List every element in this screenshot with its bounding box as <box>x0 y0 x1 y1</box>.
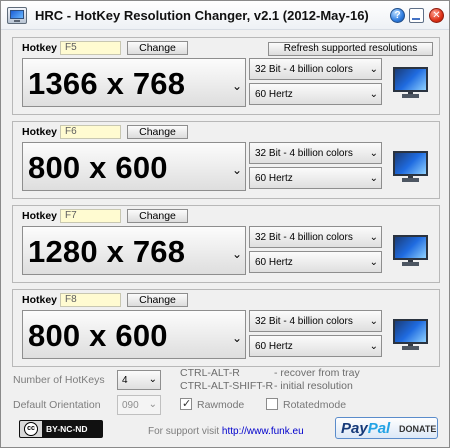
monitor-icon[interactable] <box>393 319 429 352</box>
checkmark-icon: ✓ <box>182 398 192 410</box>
refresh-rate-value: 60 Hertz <box>255 89 293 100</box>
hotkey-input[interactable]: F6 <box>60 125 121 139</box>
paypal-logo: PayPal <box>341 420 391 437</box>
app-monitor-icon <box>7 7 27 24</box>
support-text: For support visit http://www.funk.eu <box>148 426 304 437</box>
chevron-down-icon: ⌄ <box>231 79 242 93</box>
chevron-down-icon: ⌄ <box>369 341 378 352</box>
refresh-rate-value: 60 Hertz <box>255 341 293 352</box>
creative-commons-icon: cc <box>24 422 38 436</box>
resolution-select[interactable]: 800 x 600 ⌄ <box>22 142 246 191</box>
rotatedmode-checkbox[interactable] <box>266 398 278 410</box>
shortcut-initial-desc: - initial resolution <box>274 380 353 392</box>
chevron-down-icon: ⌄ <box>369 232 378 243</box>
chevron-down-icon: ⌄ <box>231 163 242 177</box>
hotkey-input[interactable]: F8 <box>60 293 121 307</box>
hotkey-input[interactable]: F5 <box>60 41 121 55</box>
chevron-down-icon: ⌄ <box>148 399 157 410</box>
chevron-down-icon: ⌄ <box>369 89 378 100</box>
color-depth-value: 32 Bit - 4 billion colors <box>255 64 353 75</box>
hotkey-label: Hotkey <box>22 42 58 54</box>
license-text: BY-NC-ND <box>46 424 88 434</box>
chevron-down-icon: ⌄ <box>231 331 242 345</box>
rawmode-checkbox[interactable]: ✓ <box>180 398 192 410</box>
resolution-select[interactable]: 1366 x 768 ⌄ <box>22 58 246 107</box>
number-of-hotkeys-value: 4 <box>122 375 128 386</box>
color-depth-value: 32 Bit - 4 billion colors <box>255 148 353 159</box>
resolution-value: 1366 x 768 <box>28 66 186 101</box>
chevron-down-icon: ⌄ <box>369 316 378 327</box>
default-orientation-value: 090 <box>122 400 139 411</box>
color-depth-select[interactable]: 32 Bit - 4 billion colors ⌄ <box>249 142 382 164</box>
hotkey-label: Hotkey <box>22 126 58 138</box>
refresh-rate-select[interactable]: 60 Hertz ⌄ <box>249 251 382 273</box>
refresh-rate-select[interactable]: 60 Hertz ⌄ <box>249 83 382 105</box>
shortcut-recover: CTRL-ALT-R <box>180 367 240 379</box>
profile-panel-4: Hotkey F8 Change 800 x 600 ⌄ 32 Bit - 4 … <box>12 289 440 367</box>
refresh-rate-select[interactable]: 60 Hertz ⌄ <box>249 167 382 189</box>
profile-panel-3: Hotkey F7 Change 1280 x 768 ⌄ 32 Bit - 4… <box>12 205 440 283</box>
app-window: HRC - HotKey Resolution Changer, v2.1 (2… <box>0 0 450 448</box>
monitor-icon[interactable] <box>393 151 429 184</box>
monitor-icon[interactable] <box>393 67 429 100</box>
title-bar: HRC - HotKey Resolution Changer, v2.1 (2… <box>1 1 449 30</box>
resolution-select[interactable]: 800 x 600 ⌄ <box>22 310 246 359</box>
support-label: For support visit <box>148 426 220 437</box>
number-of-hotkeys-label: Number of HotKeys <box>13 374 105 386</box>
refresh-rate-select[interactable]: 60 Hertz ⌄ <box>249 335 382 357</box>
hotkey-label: Hotkey <box>22 210 58 222</box>
rawmode-label: Rawmode <box>197 399 245 411</box>
change-button[interactable]: Change <box>127 41 188 55</box>
hotkey-input[interactable]: F7 <box>60 209 121 223</box>
color-depth-select[interactable]: 32 Bit - 4 billion colors ⌄ <box>249 310 382 332</box>
hotkey-label: Hotkey <box>22 294 58 306</box>
refresh-rate-value: 60 Hertz <box>255 257 293 268</box>
color-depth-value: 32 Bit - 4 billion colors <box>255 316 353 327</box>
chevron-down-icon: ⌄ <box>231 247 242 261</box>
shortcut-initial: CTRL-ALT-SHIFT-R <box>180 380 274 392</box>
color-depth-select[interactable]: 32 Bit - 4 billion colors ⌄ <box>249 226 382 248</box>
chevron-down-icon: ⌄ <box>369 173 378 184</box>
change-button[interactable]: Change <box>127 125 188 139</box>
chevron-down-icon: ⌄ <box>148 374 157 385</box>
color-depth-value: 32 Bit - 4 billion colors <box>255 232 353 243</box>
resolution-value: 800 x 600 <box>28 318 168 353</box>
chevron-down-icon: ⌄ <box>369 148 378 159</box>
number-of-hotkeys-select[interactable]: 4 ⌄ <box>117 370 161 390</box>
default-orientation-select[interactable]: 090 ⌄ <box>117 395 161 415</box>
support-link[interactable]: http://www.funk.eu <box>222 426 304 437</box>
change-button[interactable]: Change <box>127 293 188 307</box>
minimize-to-tray-icon[interactable] <box>409 8 424 23</box>
help-icon[interactable]: ? <box>390 8 405 23</box>
refresh-rate-value: 60 Hertz <box>255 173 293 184</box>
chevron-down-icon: ⌄ <box>369 257 378 268</box>
rotatedmode-label: Rotatedmode <box>283 399 347 411</box>
color-depth-select[interactable]: 32 Bit - 4 billion colors ⌄ <box>249 58 382 80</box>
change-button[interactable]: Change <box>127 209 188 223</box>
resolution-value: 800 x 600 <box>28 150 168 185</box>
close-icon[interactable]: ✕ <box>429 8 444 23</box>
resolution-value: 1280 x 768 <box>28 234 186 269</box>
window-title: HRC - HotKey Resolution Changer, v2.1 (2… <box>35 8 369 23</box>
refresh-resolutions-button[interactable]: Refresh supported resolutions <box>268 42 433 56</box>
profile-panel-2: Hotkey F6 Change 800 x 600 ⌄ 32 Bit - 4 … <box>12 121 440 199</box>
resolution-select[interactable]: 1280 x 768 ⌄ <box>22 226 246 275</box>
paypal-donate-button[interactable]: PayPal DONATE <box>335 417 438 439</box>
donate-label: DONATE <box>399 424 437 434</box>
shortcut-recover-desc: - recover from tray <box>274 367 360 379</box>
chevron-down-icon: ⌄ <box>369 64 378 75</box>
license-badge[interactable]: cc BY-NC-ND <box>19 420 103 438</box>
monitor-icon[interactable] <box>393 235 429 268</box>
profile-panel-1: Hotkey F5 Change Refresh supported resol… <box>12 37 440 115</box>
default-orientation-label: Default Orientation <box>13 399 101 411</box>
